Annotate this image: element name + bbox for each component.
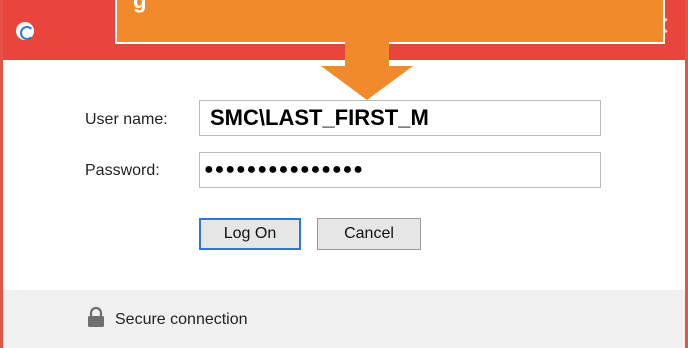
callout-arrow-down-icon bbox=[321, 66, 413, 100]
callout-arrow-shaft bbox=[345, 42, 389, 68]
password-field[interactable]: ●●●●●●●●●●●●●●● bbox=[199, 152, 601, 188]
app-logo-icon bbox=[16, 22, 34, 40]
lock-icon bbox=[88, 306, 104, 327]
username-label: User name: bbox=[85, 111, 168, 128]
log-on-button[interactable]: Log On bbox=[199, 218, 301, 250]
secure-connection-text: Secure connection bbox=[115, 311, 248, 328]
login-dialog: ✕ g User name: SMC\LAST_FIRST_M Password… bbox=[0, 0, 688, 348]
username-field[interactable]: SMC\LAST_FIRST_M bbox=[199, 100, 601, 136]
callout-text: g bbox=[133, 0, 147, 13]
instruction-callout: g bbox=[115, 0, 665, 44]
footer-bar: Secure connection bbox=[3, 290, 685, 348]
cancel-button[interactable]: Cancel bbox=[317, 218, 421, 250]
password-label: Password: bbox=[85, 162, 160, 179]
